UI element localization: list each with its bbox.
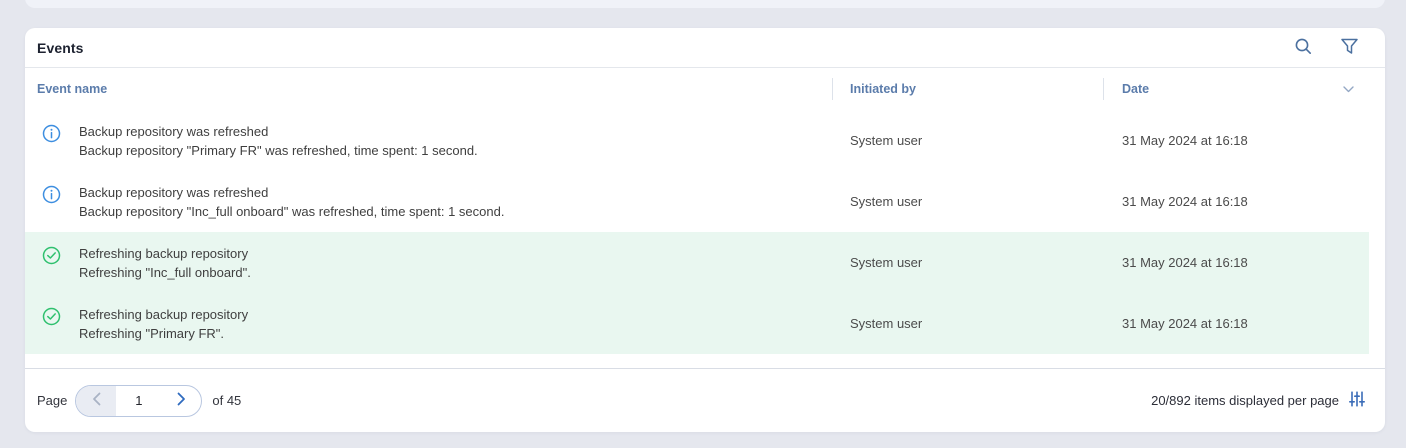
previous-page-button[interactable] xyxy=(76,386,116,416)
items-per-page-control: 20/892 items displayed per page xyxy=(1151,392,1365,409)
event-title: Refreshing backup repository xyxy=(79,305,248,324)
event-cell: Backup repository was refreshed Backup r… xyxy=(25,122,832,160)
initiated-by-cell: System user xyxy=(832,133,1103,148)
next-page-button[interactable] xyxy=(162,386,202,416)
info-icon xyxy=(42,124,61,143)
previous-card-edge xyxy=(25,0,1385,8)
success-check-icon xyxy=(42,307,61,326)
event-text: Refreshing backup repository Refreshing … xyxy=(79,244,251,282)
initiated-by-cell: System user xyxy=(832,255,1103,270)
event-description: Refreshing "Inc_full onboard". xyxy=(79,263,251,282)
success-check-icon xyxy=(42,246,61,265)
initiated-by-cell: System user xyxy=(832,194,1103,209)
pagination-bar: Page of 45 20/892 items displayed xyxy=(25,368,1385,432)
chevron-right-icon xyxy=(177,392,186,409)
event-text: Backup repository was refreshed Backup r… xyxy=(79,122,478,160)
items-summary-label: 20/892 items displayed per page xyxy=(1151,393,1339,408)
panel-header: Events xyxy=(25,28,1385,68)
event-cell: Backup repository was refreshed Backup r… xyxy=(25,183,832,221)
event-cell: Refreshing backup repository Refreshing … xyxy=(25,305,832,343)
filter-icon xyxy=(1340,38,1359,58)
events-table-body: Backup repository was refreshed Backup r… xyxy=(25,110,1385,354)
panel-actions xyxy=(1293,38,1359,58)
info-icon xyxy=(42,185,61,204)
event-text: Refreshing backup repository Refreshing … xyxy=(79,305,248,343)
date-cell: 31 May 2024 at 16:18 xyxy=(1103,194,1369,209)
event-text: Backup repository was refreshed Backup r… xyxy=(79,183,504,221)
event-description: Backup repository "Inc_full onboard" was… xyxy=(79,202,504,221)
chevron-left-icon xyxy=(92,392,101,409)
column-header-event-name: Event name xyxy=(25,68,832,110)
table-row[interactable]: Refreshing backup repository Refreshing … xyxy=(25,232,1369,293)
search-button[interactable] xyxy=(1293,38,1313,58)
event-cell: Refreshing backup repository Refreshing … xyxy=(25,244,832,282)
event-title: Backup repository was refreshed xyxy=(79,183,504,202)
date-cell: 31 May 2024 at 16:18 xyxy=(1103,316,1369,331)
per-page-settings-button[interactable] xyxy=(1348,392,1365,409)
table-row[interactable]: Backup repository was refreshed Backup r… xyxy=(25,171,1369,232)
column-header-initiated-by: Initiated by xyxy=(832,68,1103,110)
events-panel: Events Event name Initiat xyxy=(25,28,1385,432)
date-cell: 31 May 2024 at 16:18 xyxy=(1103,133,1369,148)
date-cell: 31 May 2024 at 16:18 xyxy=(1103,255,1369,270)
search-icon xyxy=(1294,37,1313,59)
initiated-by-cell: System user xyxy=(832,316,1103,331)
event-title: Refreshing backup repository xyxy=(79,244,251,263)
page-stepper xyxy=(75,385,202,417)
event-description: Refreshing "Primary FR". xyxy=(79,324,248,343)
sliders-icon xyxy=(1349,391,1365,410)
table-header: Event name Initiated by Date xyxy=(25,68,1385,110)
page-title: Events xyxy=(37,40,84,56)
event-title: Backup repository was refreshed xyxy=(79,122,478,141)
filter-button[interactable] xyxy=(1339,38,1359,58)
event-description: Backup repository "Primary FR" was refre… xyxy=(79,141,478,160)
page-number-input[interactable] xyxy=(116,386,162,416)
table-row[interactable]: Backup repository was refreshed Backup r… xyxy=(25,110,1369,171)
chevron-down-icon[interactable] xyxy=(1341,84,1355,94)
total-pages-label: of 45 xyxy=(212,393,241,408)
table-row[interactable]: Refreshing backup repository Refreshing … xyxy=(25,293,1369,354)
table-bottom-spacer xyxy=(25,354,1385,368)
page-label: Page xyxy=(37,393,67,408)
